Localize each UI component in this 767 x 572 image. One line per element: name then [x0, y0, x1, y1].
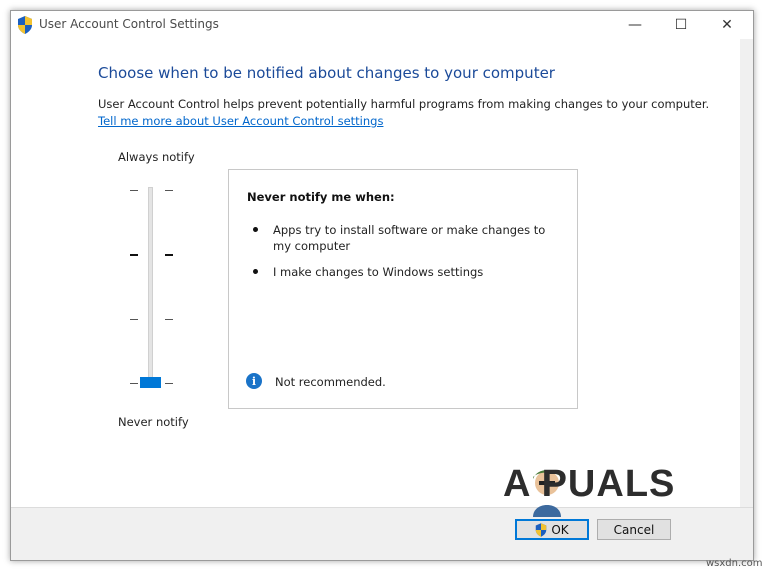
level-description-box: Never notify me when: Apps try to instal…: [228, 169, 578, 409]
slider-bottom-label: Never notify: [118, 415, 189, 429]
ok-button[interactable]: OK: [515, 519, 589, 540]
slider-tick: [130, 190, 138, 191]
shield-icon: [536, 522, 547, 537]
description-text: User Account Control helps prevent poten…: [98, 97, 710, 111]
slider-thumb[interactable]: [140, 377, 161, 388]
uac-settings-window: User Account Control Settings — ☐ ✕ Choo…: [10, 10, 754, 561]
title-bar[interactable]: User Account Control Settings — ☐ ✕: [11, 11, 753, 39]
cancel-button[interactable]: Cancel: [597, 519, 671, 540]
watermark-logo: A PUALS: [503, 463, 676, 505]
info-icon: i: [246, 373, 262, 389]
learn-more-link[interactable]: Tell me more about User Account Control …: [98, 114, 383, 128]
shield-icon: [18, 16, 32, 34]
scrollbar[interactable]: [740, 39, 753, 509]
notification-level-slider[interactable]: [148, 187, 153, 387]
slider-top-label: Always notify: [118, 150, 195, 164]
box-heading: Never notify me when:: [247, 190, 395, 204]
slider-tick: [165, 254, 173, 256]
slider-tick: [165, 190, 173, 191]
minimize-button[interactable]: —: [612, 11, 658, 39]
slider-tick: [165, 383, 173, 384]
slider-tick: [165, 319, 173, 320]
close-button[interactable]: ✕: [704, 11, 750, 39]
recommendation-note: Not recommended.: [275, 375, 386, 389]
bullet-icon: [253, 269, 258, 274]
maximize-button[interactable]: ☐: [658, 11, 704, 39]
site-watermark: wsxdn.com: [706, 558, 763, 569]
button-bar: OK Cancel: [11, 507, 753, 560]
page-title: Choose when to be notified about changes…: [98, 64, 555, 82]
slider-tick: [130, 319, 138, 320]
slider-tick: [130, 383, 138, 384]
slider-tick: [130, 254, 138, 256]
window-title: User Account Control Settings: [39, 17, 219, 31]
bullet-icon: [253, 227, 258, 232]
ok-label: OK: [551, 522, 569, 537]
